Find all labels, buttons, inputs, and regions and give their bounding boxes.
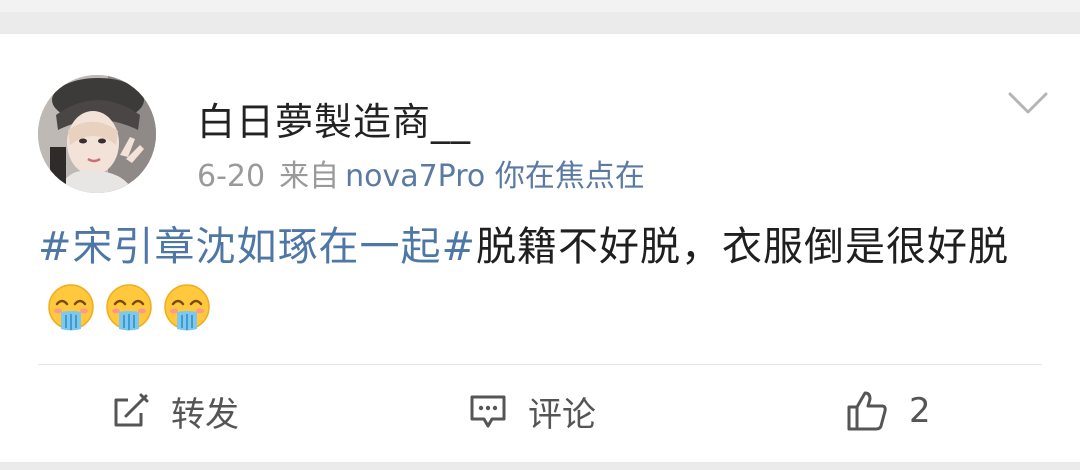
avatar-image bbox=[38, 75, 156, 193]
comment-label: 评论 bbox=[528, 394, 596, 435]
post-body: #宋引章沈如琢在一起#脱籍不好脱，衣服倒是很好脱 bbox=[38, 216, 1038, 340]
post-meta: 6-20 来自 nova7Pro 你在焦点在 bbox=[197, 151, 645, 195]
comment-button[interactable]: 评论 bbox=[468, 388, 596, 435]
drooling-face-emoji bbox=[104, 282, 154, 332]
source-label: 来自 bbox=[279, 159, 340, 194]
chevron-down-icon[interactable] bbox=[1006, 88, 1050, 118]
actions-divider bbox=[38, 364, 1042, 365]
comment-icon bbox=[468, 391, 508, 431]
avatar[interactable] bbox=[38, 75, 156, 193]
bottom-separator bbox=[0, 462, 1080, 470]
drooling-face-emoji bbox=[162, 282, 212, 332]
hashtag-link[interactable]: #宋引章沈如琢在一起# bbox=[38, 224, 476, 270]
like-count: 2 bbox=[909, 391, 931, 431]
thumbs-up-icon bbox=[845, 389, 889, 433]
post-date: 6-20 bbox=[197, 159, 266, 194]
username[interactable]: 白日夢製造商__ bbox=[197, 91, 471, 146]
repost-label: 转发 bbox=[171, 394, 239, 435]
repost-button[interactable]: 转发 bbox=[111, 388, 239, 435]
drooling-face-emoji bbox=[46, 282, 96, 332]
repost-icon bbox=[111, 391, 151, 431]
source-link[interactable]: nova7Pro 你在焦点在 bbox=[345, 159, 645, 194]
top-separator-band bbox=[0, 12, 1080, 34]
weibo-post-card: 白日夢製造商__ 6-20 来自 nova7Pro 你在焦点在 #宋引章沈如琢在一起… bbox=[0, 34, 1080, 470]
like-button[interactable]: 2 bbox=[845, 388, 931, 434]
post-text: 脱籍不好脱，衣服倒是很好脱 bbox=[476, 224, 1010, 270]
top-separator bbox=[0, 0, 1080, 34]
